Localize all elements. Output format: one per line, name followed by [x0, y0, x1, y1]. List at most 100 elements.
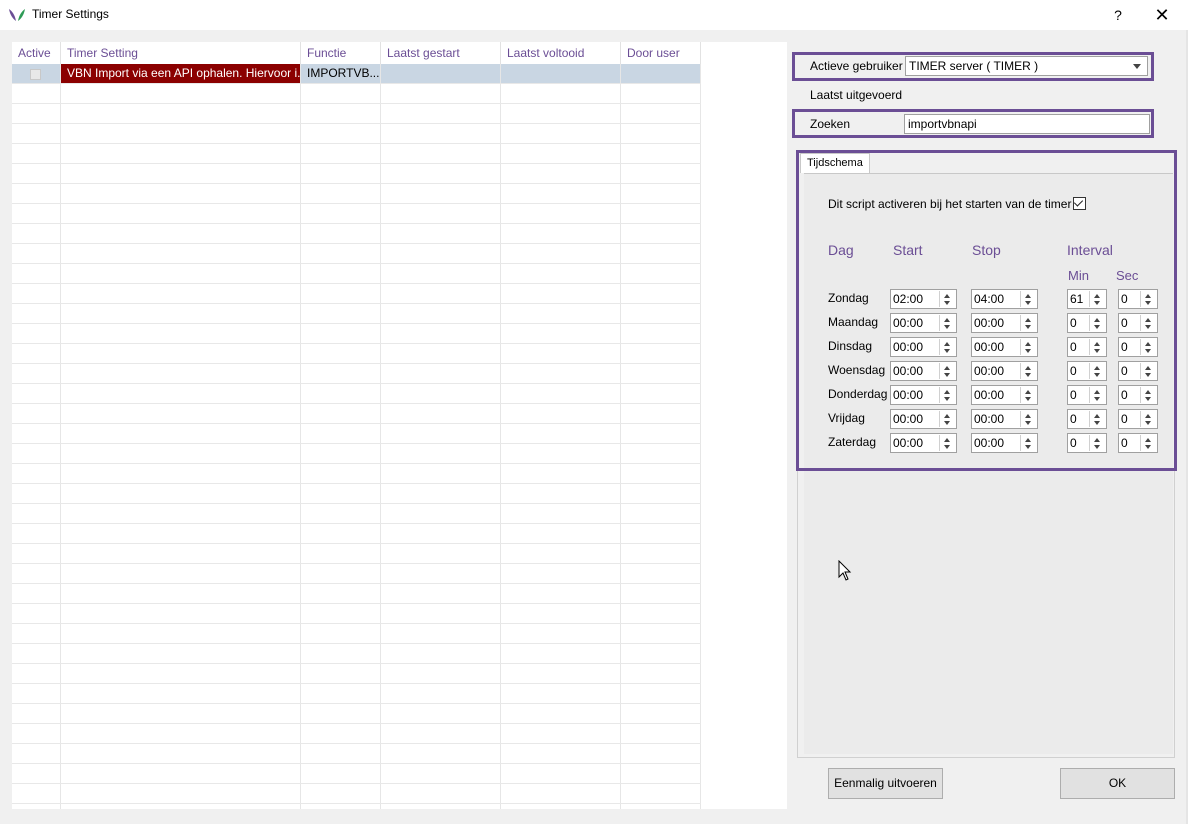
- run-once-button[interactable]: Eenmalig uitvoeren: [828, 768, 943, 799]
- interval-sec-input[interactable]: 0: [1118, 361, 1158, 381]
- start-time-input[interactable]: 00:00: [890, 337, 957, 357]
- spin-down-icon[interactable]: [1094, 349, 1100, 353]
- spinner-buttons[interactable]: [939, 435, 955, 451]
- spin-down-icon[interactable]: [1025, 397, 1031, 401]
- spinner-buttons[interactable]: [939, 315, 955, 331]
- spin-up-icon[interactable]: [944, 438, 950, 442]
- spinner-buttons[interactable]: [1140, 291, 1156, 307]
- spinner-buttons[interactable]: [1089, 363, 1105, 379]
- column-header-laatst-voltooid[interactable]: Laatst voltooid: [501, 42, 621, 64]
- spin-down-icon[interactable]: [1025, 445, 1031, 449]
- interval-min-input[interactable]: 0: [1067, 361, 1107, 381]
- interval-sec-input[interactable]: 0: [1118, 337, 1158, 357]
- spin-down-icon[interactable]: [944, 349, 950, 353]
- spin-down-icon[interactable]: [1025, 373, 1031, 377]
- spin-down-icon[interactable]: [1094, 445, 1100, 449]
- spin-up-icon[interactable]: [1094, 414, 1100, 418]
- spin-up-icon[interactable]: [944, 390, 950, 394]
- column-header-functie[interactable]: Functie: [301, 42, 381, 64]
- stop-time-input[interactable]: 00:00: [971, 361, 1038, 381]
- stop-time-input[interactable]: 00:00: [971, 409, 1038, 429]
- spin-down-icon[interactable]: [1094, 325, 1100, 329]
- start-time-input[interactable]: 00:00: [890, 361, 957, 381]
- spinner-buttons[interactable]: [1020, 435, 1036, 451]
- spinner-buttons[interactable]: [1089, 387, 1105, 403]
- spin-up-icon[interactable]: [1025, 318, 1031, 322]
- table-row[interactable]: VBN Import via een API ophalen. Hiervoor…: [12, 64, 701, 84]
- column-header-door-user[interactable]: Door user: [621, 42, 701, 64]
- activate-checkbox[interactable]: [1073, 197, 1086, 210]
- spin-up-icon[interactable]: [1025, 414, 1031, 418]
- spin-up-icon[interactable]: [944, 342, 950, 346]
- interval-min-input[interactable]: 0: [1067, 433, 1107, 453]
- spin-up-icon[interactable]: [944, 294, 950, 298]
- laatst-voltooid-cell[interactable]: [501, 64, 621, 83]
- search-input[interactable]: importvbnapi: [904, 114, 1150, 134]
- spinner-buttons[interactable]: [939, 291, 955, 307]
- stop-time-input[interactable]: 00:00: [971, 337, 1038, 357]
- spin-up-icon[interactable]: [1094, 390, 1100, 394]
- interval-sec-input[interactable]: 0: [1118, 289, 1158, 309]
- interval-sec-input[interactable]: 0: [1118, 409, 1158, 429]
- spin-up-icon[interactable]: [1025, 390, 1031, 394]
- laatst-gestart-cell[interactable]: [381, 64, 501, 83]
- spin-up-icon[interactable]: [1025, 366, 1031, 370]
- close-button[interactable]: ✕: [1140, 0, 1184, 30]
- chevron-down-icon[interactable]: [1133, 64, 1141, 69]
- spin-down-icon[interactable]: [944, 397, 950, 401]
- interval-min-input[interactable]: 0: [1067, 313, 1107, 333]
- spin-up-icon[interactable]: [944, 414, 950, 418]
- stop-time-input[interactable]: 00:00: [971, 313, 1038, 333]
- spin-up-icon[interactable]: [1094, 342, 1100, 346]
- spin-up-icon[interactable]: [1094, 318, 1100, 322]
- spin-down-icon[interactable]: [1094, 421, 1100, 425]
- ok-button[interactable]: OK: [1060, 768, 1175, 799]
- start-time-input[interactable]: 00:00: [890, 409, 957, 429]
- stop-time-input[interactable]: 00:00: [971, 433, 1038, 453]
- spinner-buttons[interactable]: [1140, 411, 1156, 427]
- spinner-buttons[interactable]: [939, 411, 955, 427]
- column-header-timer-setting[interactable]: Timer Setting: [61, 42, 301, 64]
- spin-down-icon[interactable]: [944, 325, 950, 329]
- column-header-active[interactable]: Active: [12, 42, 61, 64]
- spin-up-icon[interactable]: [1094, 366, 1100, 370]
- spin-down-icon[interactable]: [1145, 349, 1151, 353]
- spin-up-icon[interactable]: [1145, 342, 1151, 346]
- spin-down-icon[interactable]: [1145, 325, 1151, 329]
- spin-down-icon[interactable]: [1145, 301, 1151, 305]
- spin-down-icon[interactable]: [1025, 325, 1031, 329]
- spin-down-icon[interactable]: [1145, 421, 1151, 425]
- functie-cell[interactable]: IMPORTVB...: [301, 64, 381, 83]
- active-cell[interactable]: [12, 64, 61, 83]
- spinner-buttons[interactable]: [1140, 387, 1156, 403]
- spinner-buttons[interactable]: [1140, 435, 1156, 451]
- spinner-buttons[interactable]: [939, 363, 955, 379]
- stop-time-input[interactable]: 04:00: [971, 289, 1038, 309]
- spin-up-icon[interactable]: [1145, 366, 1151, 370]
- start-time-input[interactable]: 02:00: [890, 289, 957, 309]
- interval-min-input[interactable]: 0: [1067, 409, 1107, 429]
- spinner-buttons[interactable]: [1089, 411, 1105, 427]
- spinner-buttons[interactable]: [1020, 387, 1036, 403]
- spinner-buttons[interactable]: [1140, 363, 1156, 379]
- start-time-input[interactable]: 00:00: [890, 385, 957, 405]
- spin-up-icon[interactable]: [1025, 342, 1031, 346]
- spin-up-icon[interactable]: [944, 318, 950, 322]
- spinner-buttons[interactable]: [1089, 339, 1105, 355]
- spin-up-icon[interactable]: [1094, 438, 1100, 442]
- door-user-cell[interactable]: [621, 64, 701, 83]
- spin-down-icon[interactable]: [1094, 373, 1100, 377]
- timer-setting-cell[interactable]: VBN Import via een API ophalen. Hiervoor…: [61, 64, 301, 83]
- spinner-buttons[interactable]: [1020, 291, 1036, 307]
- spin-up-icon[interactable]: [1145, 294, 1151, 298]
- spin-up-icon[interactable]: [1094, 294, 1100, 298]
- spin-down-icon[interactable]: [1025, 349, 1031, 353]
- spinner-buttons[interactable]: [939, 339, 955, 355]
- interval-min-input[interactable]: 61: [1067, 289, 1107, 309]
- spinner-buttons[interactable]: [1089, 435, 1105, 451]
- spinner-buttons[interactable]: [1140, 339, 1156, 355]
- spin-down-icon[interactable]: [944, 445, 950, 449]
- spin-up-icon[interactable]: [1145, 414, 1151, 418]
- spinner-buttons[interactable]: [1020, 363, 1036, 379]
- spinner-buttons[interactable]: [1089, 315, 1105, 331]
